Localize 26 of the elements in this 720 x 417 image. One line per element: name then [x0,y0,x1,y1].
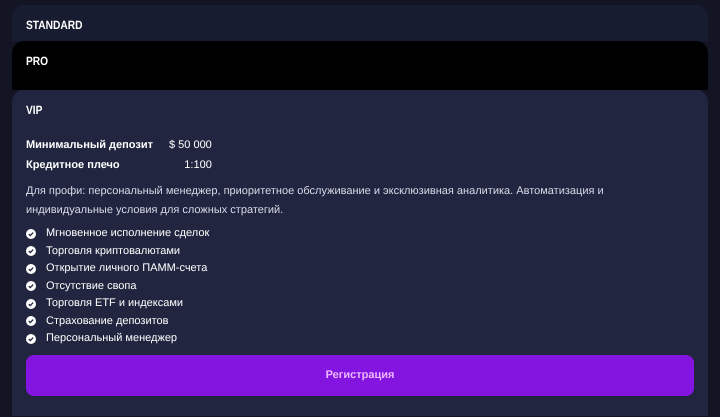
check-circle-icon [26,264,36,274]
feature-text: Отсутствие свопа [46,280,136,293]
check-circle-icon [26,281,36,292]
feature-text: Персональный менеджер [46,332,178,346]
check-circle-icon [26,246,36,256]
plan-description: Для профи: персональный менеджер, приоритетное обслуживание и эксклюзивная аналитика. Автоматизация и индивидуальные условия для сложных стратегий. [26,184,605,218]
param-value: 1:100 [183,159,212,171]
feature-text: Торговля криптовалютами [46,244,180,258]
param-label: Минимальный депозит [26,139,153,151]
plan-card[interactable]: STANDARD [12,5,708,41]
plan-title: PRO [26,54,48,68]
register-button[interactable]: Регистрация [26,354,694,396]
check-circle-icon [26,298,36,309]
param-value: $ 50 000 [168,139,212,151]
feature-text: Страхование депозитов [46,314,168,328]
param-label: Кредитное плечо [26,159,121,171]
plan-card[interactable] [12,90,708,416]
feature-text: Открытие личного ПАММ-счета [46,262,208,276]
feature-text: Торговля ETF и индексами [46,297,184,310]
check-circle-icon [26,228,36,239]
check-circle-icon [26,316,36,326]
check-circle-icon [26,334,36,344]
plan-card[interactable]: PRO [12,41,708,90]
feature-text: Мгновенное исполнение сделок [46,227,210,240]
plan-title: STANDARD [26,18,82,32]
plan-title: VIP [26,103,42,117]
